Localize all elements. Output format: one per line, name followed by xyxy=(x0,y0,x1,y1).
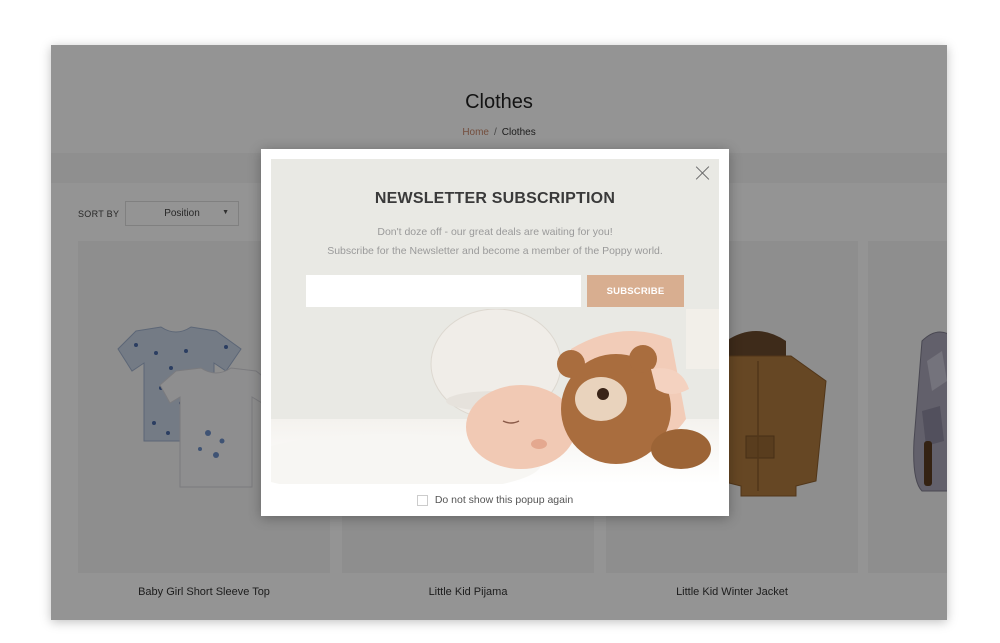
newsletter-title: NEWSLETTER SUBSCRIPTION xyxy=(374,190,616,207)
sleeping-baby-image xyxy=(271,309,719,484)
newsletter-description-1: Don't doze off - our great deals are wai… xyxy=(377,226,613,238)
newsletter-email-input[interactable] xyxy=(306,275,581,307)
close-icon[interactable] xyxy=(695,165,711,181)
dont-show-label[interactable]: Do not show this popup again xyxy=(435,494,573,506)
subscribe-button[interactable]: SUBSCRIBE xyxy=(587,275,684,307)
newsletter-description-2: Subscribe for the Newsletter and become … xyxy=(327,245,663,257)
newsletter-popup: NEWSLETTER SUBSCRIPTION Don't doze off -… xyxy=(261,149,729,516)
dont-show-checkbox[interactable] xyxy=(416,494,428,506)
dont-show-again[interactable]: Do not show this popup again xyxy=(261,494,729,506)
newsletter-panel: NEWSLETTER SUBSCRIPTION Don't doze off -… xyxy=(271,159,719,484)
